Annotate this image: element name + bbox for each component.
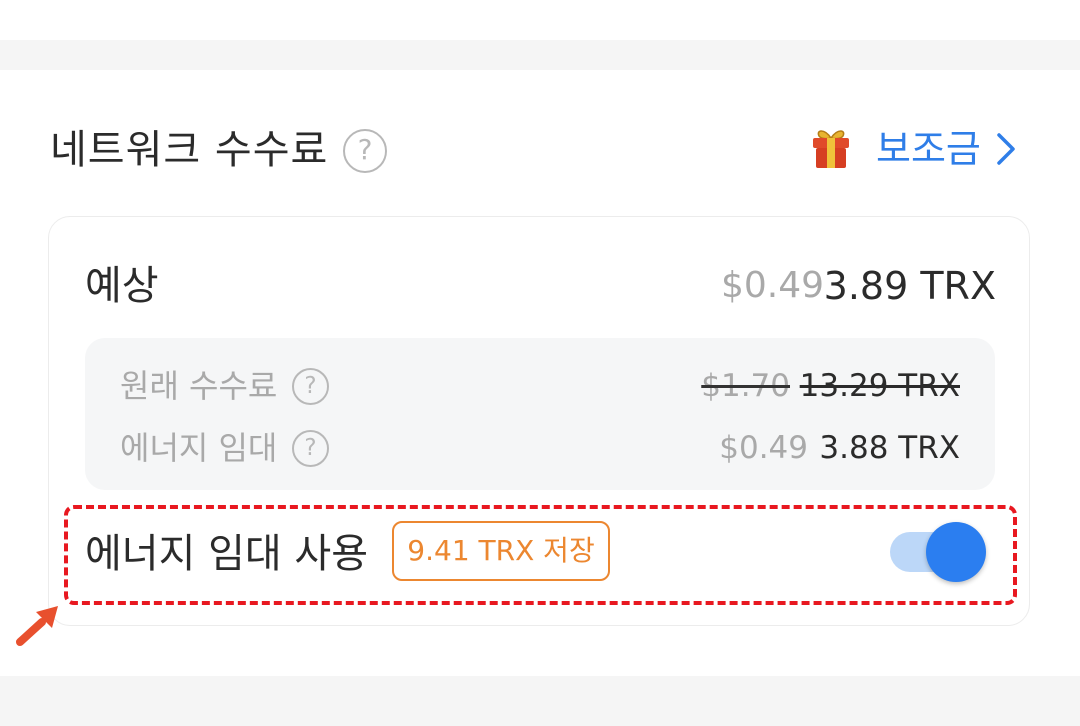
original-fee-usd: $1.70 xyxy=(701,368,790,404)
energy-rental-help-icon[interactable]: ? xyxy=(292,430,329,467)
top-background xyxy=(0,0,1080,40)
original-fee-trx: 13.29 TRX xyxy=(799,368,960,404)
network-fee-title: 네트워크 수수료 xyxy=(50,127,329,173)
section-divider-top xyxy=(0,40,1080,70)
highlight-annotation-box xyxy=(64,505,1017,605)
estimate-trx: 3.89 TRX xyxy=(823,264,996,308)
network-fee-help-icon[interactable]: ? xyxy=(343,129,387,173)
estimate-label: 예상 xyxy=(85,263,159,309)
estimate-usd: $0.49 xyxy=(720,265,824,306)
energy-rental-trx: 3.88 TRX xyxy=(819,430,960,466)
annotation-arrow-icon xyxy=(16,606,58,646)
chevron-right-icon[interactable] xyxy=(994,132,1018,166)
energy-rental-usd: $0.49 xyxy=(719,430,808,466)
energy-rental-label: 에너지 임대 xyxy=(120,429,278,467)
gift-icon xyxy=(813,130,849,168)
section-divider-bottom xyxy=(0,676,1080,726)
original-fee-label: 원래 수수료 xyxy=(120,367,278,405)
original-fee-help-icon[interactable]: ? xyxy=(292,368,329,405)
subsidy-link[interactable]: 보조금 xyxy=(876,124,981,174)
